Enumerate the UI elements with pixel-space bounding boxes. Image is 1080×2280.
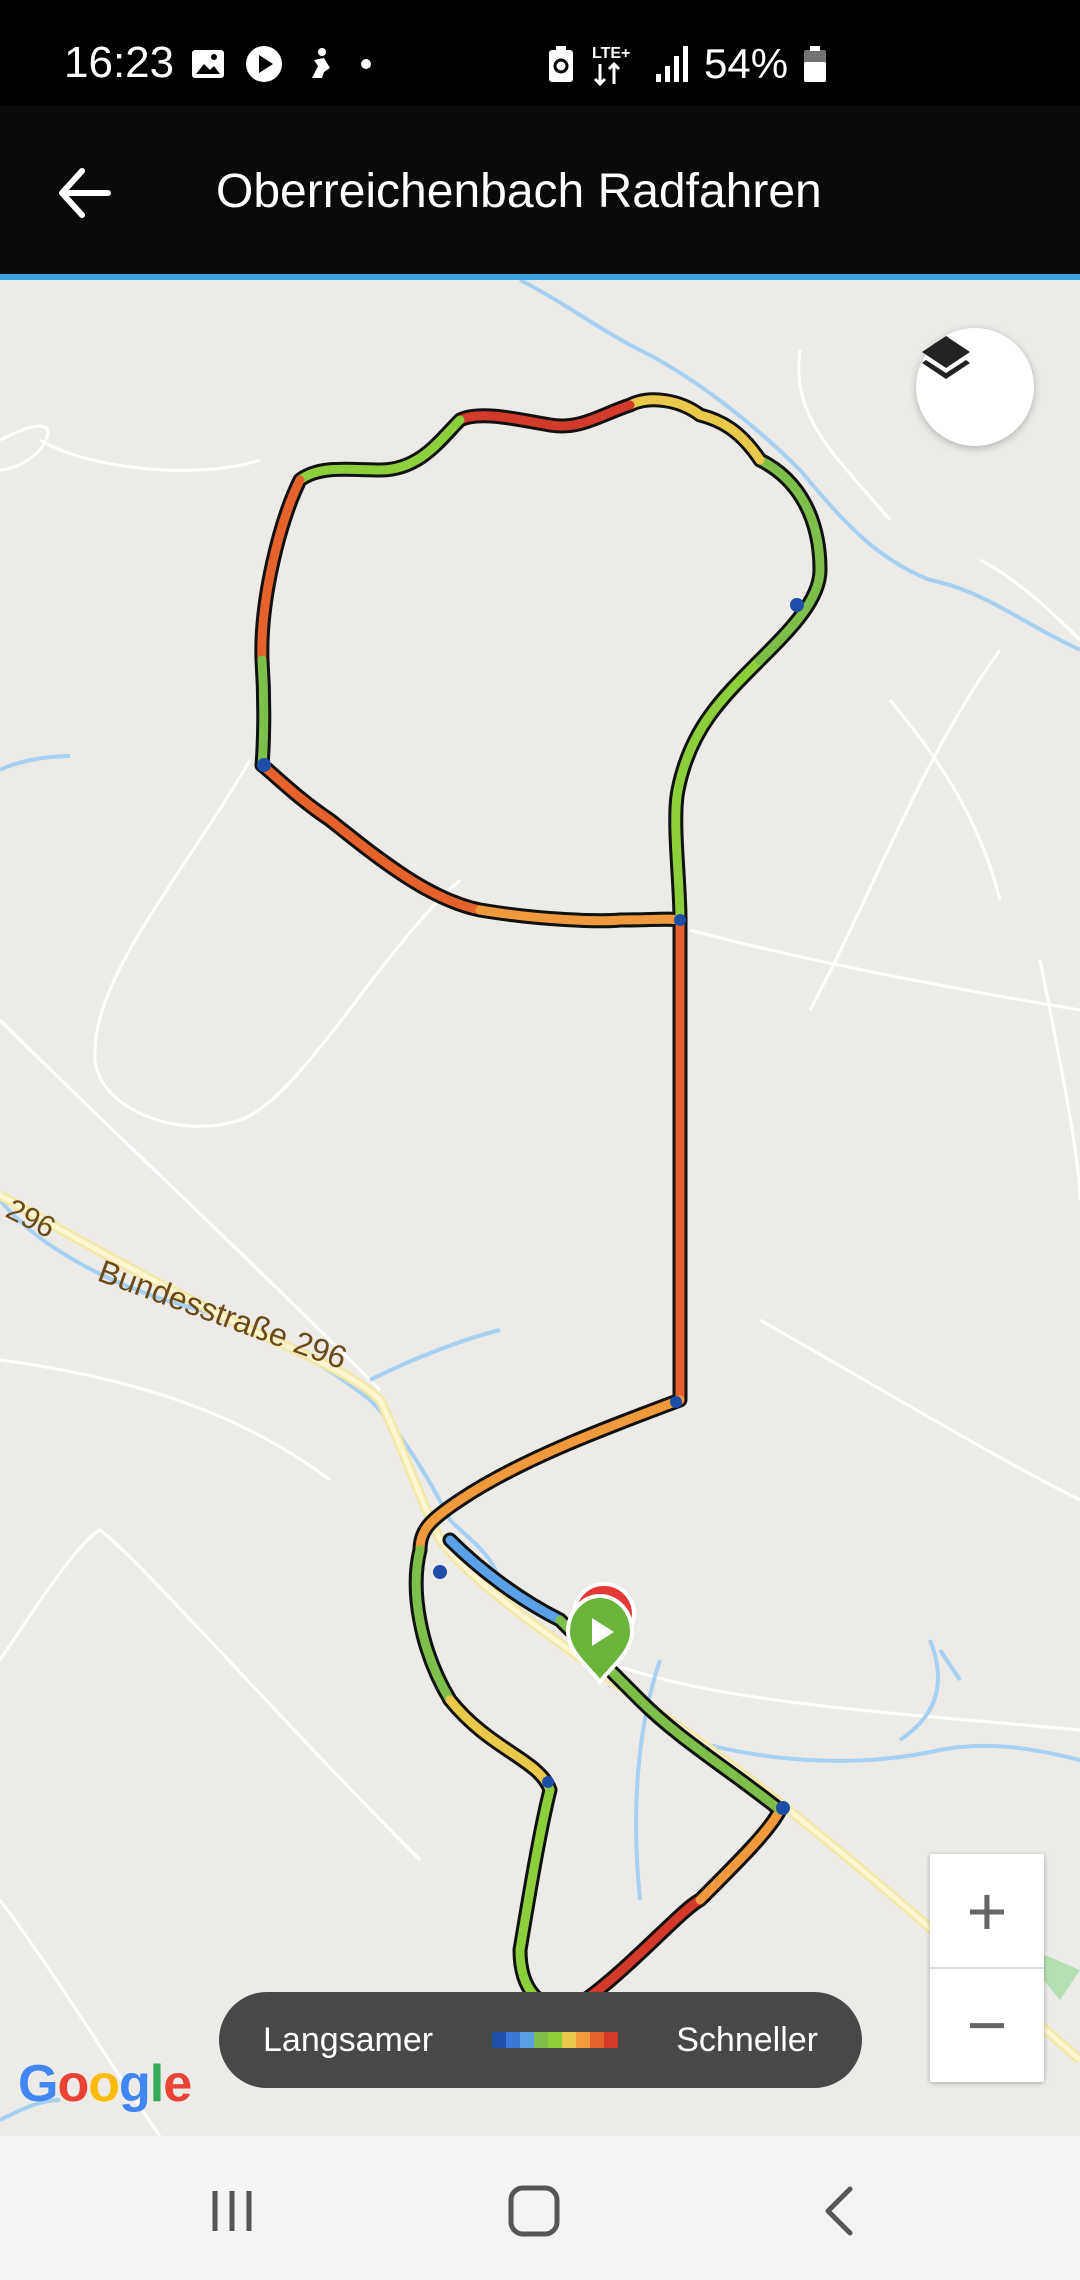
system-nav-bar — [0, 2136, 1080, 2280]
legend-fast-label: Schneller — [676, 2020, 818, 2059]
map-layers-button[interactable] — [916, 328, 1034, 446]
google-logo-letter: l — [149, 2055, 164, 2113]
legend-color-swatch — [561, 2032, 576, 2048]
legend-color-swatch — [603, 2032, 618, 2048]
nav-back-button[interactable] — [798, 2176, 878, 2246]
google-logo-letter: o — [57, 2055, 89, 2113]
start-marker[interactable] — [565, 1593, 635, 1686]
play-icon — [246, 46, 282, 82]
page-title: Oberreichenbach Radfahren — [216, 165, 822, 218]
google-attribution: Google — [18, 2054, 192, 2114]
home-icon — [508, 2185, 560, 2237]
status-icons-left — [190, 44, 376, 84]
legend-color-swatch — [519, 2032, 534, 2048]
google-logo-letter: G — [18, 2055, 58, 2113]
zoom-controls: + − — [930, 1854, 1044, 2082]
map-view[interactable]: 296 Bundesstraße 296 + − Langsamer Schne… — [0, 280, 1080, 2136]
lte-label: LTE+ — [592, 45, 630, 62]
dot-icon — [361, 59, 371, 69]
route-outline — [254, 392, 828, 2018]
battery-icon — [804, 46, 827, 82]
image-icon — [192, 50, 224, 78]
legend-color-scale — [491, 2032, 618, 2048]
legend-color-swatch — [589, 2032, 604, 2048]
legend-color-swatch — [505, 2032, 520, 2048]
status-icons-right: LTE+ 54% — [546, 40, 828, 88]
battery-saver-icon — [549, 46, 573, 82]
app-bar: Oberreichenbach Radfahren — [0, 106, 1080, 274]
speed-legend: Langsamer Schneller — [219, 1992, 862, 2088]
google-logo-letter: o — [88, 2055, 120, 2113]
status-time: 16:23 — [64, 38, 175, 87]
arrow-left-icon — [59, 168, 111, 218]
legend-slow-label: Langsamer — [263, 2020, 434, 2059]
google-logo-letter: e — [163, 2055, 192, 2113]
map-canvas: 296 Bundesstraße 296 — [0, 280, 1080, 2136]
zoom-out-button[interactable]: − — [930, 1968, 1044, 2081]
fitness-icon — [312, 48, 330, 78]
zoom-in-button[interactable]: + — [930, 1854, 1044, 1969]
status-bar: 16:23 LTE+ 54% — [0, 0, 1080, 106]
recent-apps-button[interactable] — [192, 2176, 272, 2246]
lte-icon: LTE+ — [592, 45, 630, 86]
legend-color-swatch — [575, 2032, 590, 2048]
zoom-out-label: − — [966, 1985, 1008, 2064]
battery-percent: 54% — [704, 40, 789, 87]
recent-apps-icon — [212, 2191, 252, 2231]
legend-color-swatch — [547, 2032, 562, 2048]
signal-icon — [656, 46, 688, 82]
back-chevron-icon — [825, 2186, 853, 2236]
google-logo-letter: g — [118, 2055, 151, 2113]
zoom-in-label: + — [966, 1871, 1008, 1950]
legend-color-swatch — [491, 2032, 506, 2048]
google-logo: Google — [18, 2055, 192, 2113]
back-button[interactable] — [50, 158, 120, 228]
layers-icon — [922, 336, 970, 379]
legend-color-swatch — [533, 2032, 548, 2048]
home-button[interactable] — [494, 2176, 574, 2246]
road-label: Bundesstraße 296 — [94, 1253, 352, 1376]
